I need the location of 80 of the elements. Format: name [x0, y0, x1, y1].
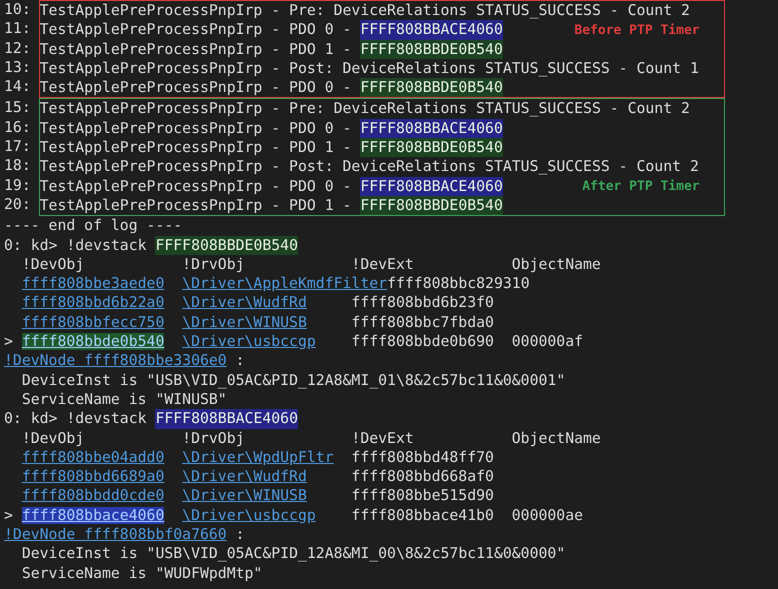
line-number: 18:: [4, 156, 32, 176]
driver-link[interactable]: \Driver\WINUSB: [182, 487, 307, 504]
log-text: TestApplePreProcessPnpIrp - PDO 1 -: [40, 196, 352, 216]
device-detail: DeviceInst is "USB\VID_05AC&PID_12A8&MI_00\8&2c57bc11&0&0000": [20, 544, 566, 564]
line-number: 11:: [4, 19, 32, 39]
device-detail: ServiceName is "WINUSB": [20, 390, 228, 410]
device-object-link[interactable]: ffff808bbd6b22a0: [22, 294, 164, 312]
address-value: FFFF808BBDE0B540: [360, 78, 503, 98]
device-detail: DeviceInst is "USB\VID_05AC&PID_12A8&MI_01\8&2c57bc11&0&0001": [20, 370, 566, 390]
address-value: FFFF808BBACE4060: [360, 176, 503, 196]
address-value: FFFF808BBDE0B540: [155, 236, 298, 255]
device-extension: ffff808bbc829310: [387, 275, 530, 292]
address-value: FFFF808BBDE0B540: [360, 196, 503, 216]
log-text: TestApplePreProcessPnpIrp - Post: DeviceRelations STATUS_SUCCESS - Count 2: [40, 157, 699, 177]
log-text: TestApplePreProcessPnpIrp - PDO 1 -: [40, 138, 352, 158]
line-number: 10:: [4, 0, 32, 20]
devnode-suffix: :: [236, 525, 245, 544]
device-extension: ffff808bbd6b23f0: [351, 294, 494, 312]
device-object-link[interactable]: ffff808bbfecc750: [22, 314, 164, 331]
command-prompt: 0: kd> !devstack: [4, 236, 147, 255]
devnode-link[interactable]: !DevNode ffff808bbe3306e0: [4, 351, 227, 371]
driver-link[interactable]: \Driver\WpdUpFltr: [182, 448, 334, 466]
device-detail: ServiceName is "WUDFWpdMtp": [20, 564, 264, 583]
line-number: 19:: [4, 176, 32, 195]
line-number: 16:: [4, 118, 32, 138]
column-header: !DrvObj: [182, 428, 246, 448]
address-value: FFFF808BBACE4060: [155, 409, 298, 429]
annotation-label: Before PTP Timer: [574, 22, 700, 40]
log-text: TestApplePreProcessPnpIrp - PDO 0 -: [40, 78, 352, 98]
driver-link[interactable]: \Driver\WudfRd: [182, 294, 307, 312]
current-marker: >: [4, 506, 13, 524]
device-extension: ffff808bbd48ff70: [351, 448, 494, 466]
line-number: 13:: [4, 58, 32, 78]
object-name: 000000ae: [512, 506, 584, 526]
address-value: FFFF808BBDE0B540: [360, 40, 503, 59]
device-object-link[interactable]: ffff808bbace4060: [22, 506, 164, 524]
column-header: !DevExt: [351, 254, 415, 274]
end-of-log: ---- end of log ----: [4, 216, 184, 236]
device-extension: ffff808bbde0b690: [351, 333, 494, 350]
log-text: TestApplePreProcessPnpIrp - PDO 1 -: [40, 40, 352, 59]
devnode-link[interactable]: !DevNode ffff808bbf0a7660: [4, 525, 227, 544]
log-text: TestApplePreProcessPnpIrp - Pre: DeviceRelations STATUS_SUCCESS - Count 2: [40, 1, 690, 20]
log-text: TestApplePreProcessPnpIrp - Pre: DeviceRelations STATUS_SUCCESS - Count 2: [40, 99, 690, 119]
driver-link[interactable]: \Driver\AppleKmdfFilter: [182, 275, 388, 292]
device-object-link[interactable]: ffff808bbd6689a0: [22, 468, 164, 486]
annotation-label: After PTP Timer: [582, 178, 700, 196]
devnode-suffix: :: [236, 351, 245, 371]
line-number: 15:: [4, 98, 32, 118]
column-header: ObjectName: [512, 254, 601, 274]
driver-link[interactable]: \Driver\usbccgp: [182, 506, 316, 524]
address-value: FFFF808BBACE4060: [360, 118, 503, 138]
device-extension: ffff808bbc7fbda0: [351, 314, 494, 331]
device-extension: ffff808bbd668af0: [351, 468, 494, 486]
log-text: TestApplePreProcessPnpIrp - PDO 0 -: [40, 118, 352, 138]
command-prompt: 0: kd> !devstack: [4, 409, 147, 429]
address-value: FFFF808BBACE4060: [360, 20, 503, 40]
log-text: TestApplePreProcessPnpIrp - Post: DeviceRelations STATUS_SUCCESS - Count 1: [40, 58, 699, 78]
line-number: 12:: [4, 38, 32, 58]
log-text: TestApplePreProcessPnpIrp - PDO 0 -: [40, 176, 352, 196]
line-number: 14:: [4, 77, 32, 96]
column-header: !DevExt: [351, 428, 415, 448]
driver-link[interactable]: \Driver\WudfRd: [182, 468, 307, 486]
driver-link[interactable]: \Driver\usbccgp: [182, 333, 316, 350]
current-marker: >: [4, 333, 13, 350]
column-header: !DevObj: [22, 254, 86, 274]
object-name: 000000af: [512, 332, 584, 352]
device-extension: ffff808bbace41b0: [351, 506, 494, 524]
driver-link[interactable]: \Driver\WINUSB: [182, 314, 307, 331]
column-header: !DevObj: [22, 428, 86, 448]
device-object-link[interactable]: ffff808bbdd0cde0: [22, 487, 164, 504]
column-header: !DrvObj: [182, 254, 246, 274]
log-text: TestApplePreProcessPnpIrp - PDO 0 -: [40, 20, 352, 40]
line-number: 17:: [4, 137, 32, 156]
device-object-link[interactable]: ffff808bbe04add0: [22, 448, 164, 466]
line-number: 20:: [4, 194, 32, 214]
device-extension: ffff808bbe515d90: [351, 487, 494, 504]
column-header: ObjectName: [512, 428, 601, 448]
device-object-link[interactable]: ffff808bbde0b540: [22, 333, 164, 350]
address-value: FFFF808BBDE0B540: [360, 138, 503, 158]
device-object-link[interactable]: ffff808bbe3aede0: [22, 275, 164, 292]
